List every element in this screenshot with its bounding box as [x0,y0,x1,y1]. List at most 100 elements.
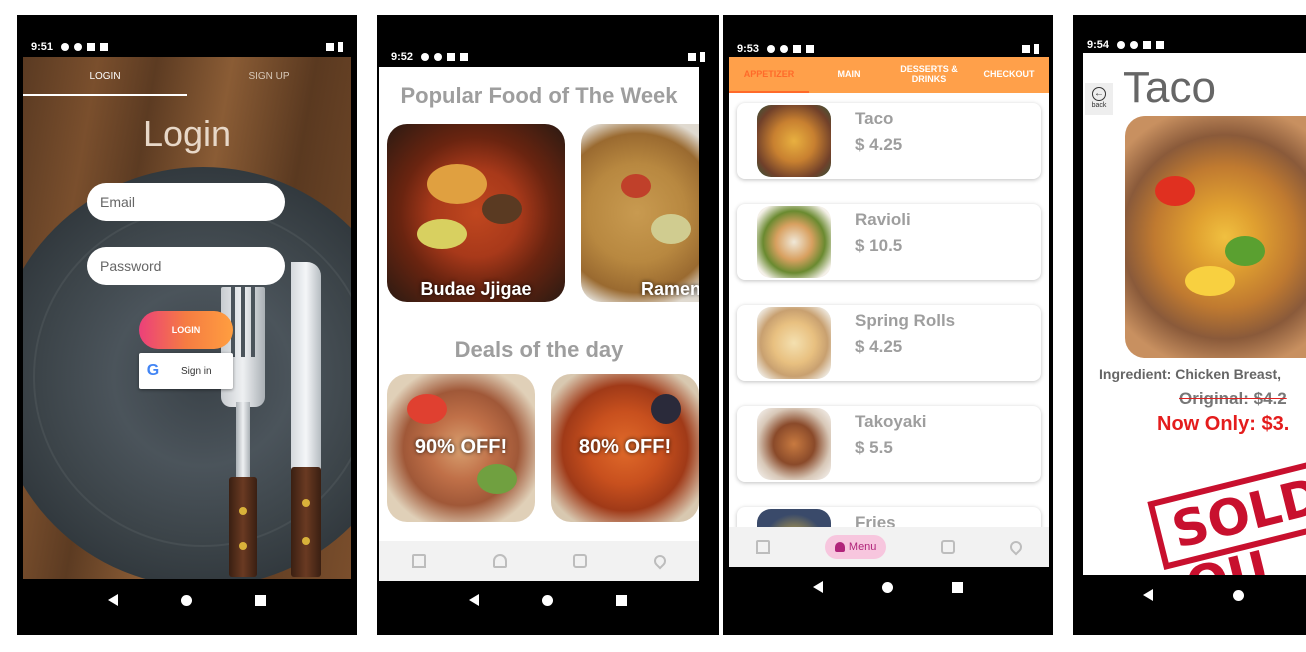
contact-icon[interactable] [941,540,956,554]
menu-screen: APPETIZER MAIN DESSERTS & DRINKS CHECKOU… [729,57,1049,567]
menu-nav-label: Menu [848,541,877,553]
popular-food-label: Ramen [640,279,699,299]
system-nav-bar [1073,585,1306,605]
status-bar: 9:52 [377,45,719,69]
location-icon[interactable] [1007,538,1025,556]
nav-home-icon[interactable] [541,594,553,606]
menu-item[interactable]: Spring Rolls $ 4.25 [737,305,1041,381]
deal-card[interactable]: 80% OFF! [551,374,699,522]
nav-home-icon[interactable] [1233,589,1244,601]
item-price: $ 5.5 [855,438,893,457]
back-button[interactable]: ← back [1085,83,1113,115]
contact-icon[interactable] [573,554,588,568]
signal-battery-icon [1022,44,1039,54]
tab-signup[interactable]: SIGN UP [187,57,351,97]
status-time: 9:51 [31,41,54,53]
tab-login[interactable]: LOGIN [23,57,187,97]
item-thumbnail [757,206,831,278]
nav-recent-icon[interactable] [952,581,964,593]
login-button[interactable]: LOGIN [139,311,233,349]
arrow-left-icon: ← [1092,87,1106,101]
phone-login-screen: 9:51 LOGIN SIGN UP Login Email Password … [17,15,357,635]
popular-food-label: Budae Jjigae [420,279,532,299]
nav-back-icon[interactable] [812,581,823,593]
item-image [1125,116,1306,358]
system-nav-bar [17,590,357,610]
signal-battery-icon [688,52,705,62]
status-time: 9:54 [1087,39,1110,51]
nav-back-icon[interactable] [1143,589,1153,601]
popular-food-card[interactable]: Ramen [581,124,699,302]
nav-recent-icon[interactable] [616,594,628,606]
system-nav-bar [723,577,1053,597]
original-price: Original: $4.2 [1179,389,1287,408]
menu-item[interactable]: Taco $ 4.25 [737,103,1041,179]
tab-indicator [23,94,187,96]
status-icons [767,45,815,53]
tab-appetizer[interactable]: APPETIZER [729,57,809,93]
system-nav-bar [377,590,719,610]
location-icon[interactable] [651,552,669,570]
google-icon: G [146,362,160,379]
item-name: Spring Rolls [855,311,956,330]
item-thumbnail [757,307,831,379]
sold-out-stamp: SOLD OU [1147,456,1306,575]
nav-recent-icon[interactable] [254,594,266,606]
phone-home-screen: 9:52 Popular Food of The Week Budae Jjig… [377,15,719,635]
item-price: $ 4.25 [855,337,903,356]
knife-image [285,262,325,579]
popular-title: Popular Food of The Week [400,83,678,108]
signal-battery-icon [326,42,343,52]
item-price: $ 4.25 [855,135,903,154]
nav-home-icon[interactable] [881,581,893,593]
bell-icon[interactable] [492,554,507,568]
nav-back-icon[interactable] [108,594,119,606]
status-time: 9:52 [391,51,414,63]
tab-checkout[interactable]: CHECKOUT [969,57,1049,93]
nav-back-icon[interactable] [468,594,479,606]
status-bar: 9:51 [17,35,357,59]
auth-tabs: LOGIN SIGN UP [23,57,351,97]
google-signin-button[interactable]: G Sign in [139,353,233,389]
phone-detail-screen: 9:54 ← back Taco Ingredient: Chicken Bre… [1073,15,1306,635]
item-name: Takoyaki [855,412,927,431]
home-screen: Popular Food of The Week Budae Jjigae Ra… [379,67,699,581]
page-title: Login [142,113,232,154]
bottom-nav [379,541,699,581]
home-icon[interactable] [412,554,427,568]
item-thumbnail [757,105,831,177]
status-icons [61,43,109,51]
home-icon[interactable] [756,540,771,554]
status-icons [421,53,469,61]
deals-title: Deals of the day [454,337,624,362]
bottom-nav: Menu [729,527,1049,567]
tab-desserts-drinks[interactable]: DESSERTS & DRINKS [889,57,969,93]
sale-price: Now Only: $3. [1157,413,1290,435]
nav-home-icon[interactable] [180,594,192,606]
back-label: back [1091,102,1107,109]
tab-indicator [729,91,809,93]
email-field[interactable]: Email [87,183,285,221]
item-title: Taco [1123,63,1216,112]
menu-nav-button[interactable]: Menu [824,535,887,559]
login-screen: LOGIN SIGN UP Login Email Password LOGIN… [23,57,351,579]
phone-menu-screen: 9:53 APPETIZER MAIN DESSERTS & DRINKS CH… [723,15,1053,635]
password-field[interactable]: Password [87,247,285,285]
google-signin-label: Sign in [181,365,212,377]
ingredient-text: Ingredient: Chicken Breast, [1099,366,1282,382]
menu-item[interactable]: Ravioli $ 10.5 [737,204,1041,280]
deal-label: 80% OFF! [578,436,672,458]
category-tabs: APPETIZER MAIN DESSERTS & DRINKS CHECKOU… [729,57,1049,93]
menu-item[interactable]: Takoyaki $ 5.5 [737,406,1041,482]
item-name: Taco [855,109,894,128]
status-icons [1117,41,1165,49]
detail-screen: ← back Taco Ingredient: Chicken Breast, … [1083,53,1306,575]
popular-food-card[interactable]: Budae Jjigae [387,124,565,302]
item-name: Ravioli [855,210,911,229]
deal-label: 90% OFF! [414,436,508,458]
deal-card[interactable]: 90% OFF! [387,374,535,522]
bell-icon [834,542,845,552]
status-time: 9:53 [737,43,760,55]
tab-main[interactable]: MAIN [809,57,889,93]
item-thumbnail [757,408,831,480]
